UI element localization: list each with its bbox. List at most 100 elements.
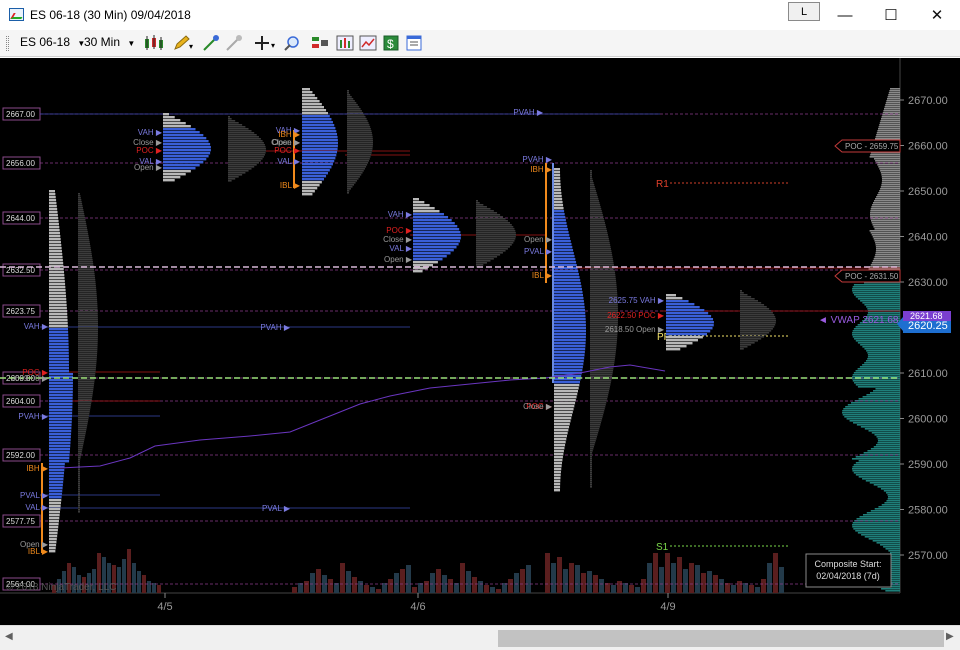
composite-row: [885, 548, 900, 550]
profile-5-shadow: [590, 178, 593, 180]
profile-5-row: [554, 351, 585, 354]
profile-5-shadow: [590, 446, 594, 448]
composite-row: [864, 362, 900, 364]
composite-row: [865, 360, 900, 362]
profile-5-shadow: [590, 474, 592, 476]
composite-row: [868, 430, 900, 432]
indicators-icon[interactable]: [336, 34, 354, 52]
profile-3-shadow: [347, 178, 359, 180]
toolbar-grip[interactable]: [6, 36, 9, 51]
interval-selector[interactable]: 30 Min ▼: [84, 35, 135, 49]
composite-row: [871, 262, 900, 264]
profile-6-row: [666, 303, 695, 306]
profile-2-shadow: [228, 156, 264, 158]
volume-bar: [526, 565, 531, 593]
composite-row: [853, 372, 900, 374]
profile-2-shadow: [228, 162, 259, 164]
composite-row: [866, 394, 900, 396]
profile-5-row: [554, 282, 581, 285]
composite-row: [864, 536, 900, 538]
profile-5-shadow: [590, 286, 617, 288]
profile-5-shadow: [590, 400, 607, 402]
composite-profile: [842, 88, 900, 592]
instrument-selector[interactable]: ES 06-18 ▼: [20, 35, 85, 49]
profile-2-shadow: [228, 158, 263, 160]
profile-5-shadow: [590, 478, 592, 480]
profile-1-row: [49, 517, 60, 520]
hide-draw-icon[interactable]: [225, 34, 243, 52]
composite-row: [886, 500, 900, 502]
volume-bar: [436, 569, 441, 593]
profile-1-row: [49, 190, 55, 193]
profile-1-shadow: [78, 245, 91, 247]
composite-row: [869, 156, 900, 158]
profile-6-shadow: [740, 334, 767, 336]
profile-1-row: [49, 541, 57, 544]
profile-1-shadow: [78, 357, 97, 359]
profile-5-row: [554, 405, 575, 408]
composite-row: [890, 552, 900, 554]
volume-bar: [587, 571, 592, 593]
market-profile-chart[interactable]: 2667.002656.002644.002632.502623.752609.…: [0, 58, 960, 625]
profile-5-row: [554, 384, 580, 387]
composite-row: [866, 350, 900, 352]
profile-4-label: Open ▶: [384, 255, 413, 264]
composite-row: [878, 166, 900, 168]
composite-row: [887, 498, 900, 500]
composite-row: [888, 94, 900, 96]
profile-5-shadow: [590, 242, 610, 244]
link-button[interactable]: L: [788, 2, 820, 21]
minimize-icon[interactable]: —: [822, 0, 868, 30]
money-icon[interactable]: $: [382, 34, 400, 52]
profile-3-row: [302, 124, 335, 127]
profile-1-shadow: [78, 369, 96, 371]
properties-icon[interactable]: [405, 34, 423, 52]
profile-3-shadow: [347, 144, 373, 146]
scroll-right-icon[interactable]: ▶: [946, 631, 954, 642]
profile-1-row: [49, 397, 73, 400]
profile-5-shadow: [590, 256, 613, 258]
strategies-icon[interactable]: [311, 34, 329, 52]
profile-4-row: [413, 231, 461, 234]
bar-style-icon[interactable]: [143, 34, 167, 52]
profile-5-row: [554, 213, 565, 216]
profile-1-row: [49, 376, 73, 379]
chart-trader-icon[interactable]: [359, 34, 377, 52]
scrollbar-thumb[interactable]: [498, 630, 944, 647]
poc-tag-lower-label: POC - 2631.50: [845, 272, 899, 281]
scroll-left-icon[interactable]: ◀: [5, 631, 13, 642]
window-title: ES 06-18 (30 Min) 09/04/2018: [30, 8, 191, 22]
profile-3-shadow: [347, 118, 367, 120]
zoom-icon[interactable]: [283, 34, 301, 52]
price-label: 2580.00: [908, 505, 948, 517]
composite-row: [876, 134, 900, 136]
drawing-tool-icon[interactable]: ▾: [172, 34, 194, 52]
svg-text:$: $: [387, 37, 394, 51]
profile-5-row: [554, 255, 575, 258]
profile-1-shadow: [78, 229, 88, 231]
profile-5-row: [554, 243, 572, 246]
composite-row: [875, 250, 900, 252]
close-icon[interactable]: ✕: [914, 0, 960, 30]
composite-row: [842, 414, 900, 416]
profile-5-shadow: [590, 358, 615, 360]
profile-4-row: [413, 270, 423, 273]
profile-4-shadow: [476, 202, 480, 204]
profile-6-shadow: [740, 336, 765, 338]
profile-5-shadow: [590, 338, 618, 340]
profile-3-shadow: [347, 142, 373, 144]
profile-1-shadow: [78, 263, 94, 265]
maximize-icon[interactable]: ☐: [868, 0, 914, 30]
horizontal-scrollbar[interactable]: ◀ ▶: [0, 625, 960, 650]
profile-6-row: [666, 324, 714, 327]
profile-6-shadow: [740, 332, 770, 334]
profile-5-row: [554, 201, 563, 204]
crosshair-icon[interactable]: ▾: [254, 34, 278, 52]
chart-panel[interactable]: 2667.002656.002644.002632.502623.752609.…: [0, 58, 960, 625]
global-draw-icon[interactable]: [202, 34, 220, 52]
profile-4-row: [413, 213, 444, 216]
profile-1-row: [49, 508, 61, 511]
profile-2-shadow: [228, 148, 266, 150]
profile-1-shadow: [78, 311, 98, 313]
profile-5-row: [554, 417, 572, 420]
